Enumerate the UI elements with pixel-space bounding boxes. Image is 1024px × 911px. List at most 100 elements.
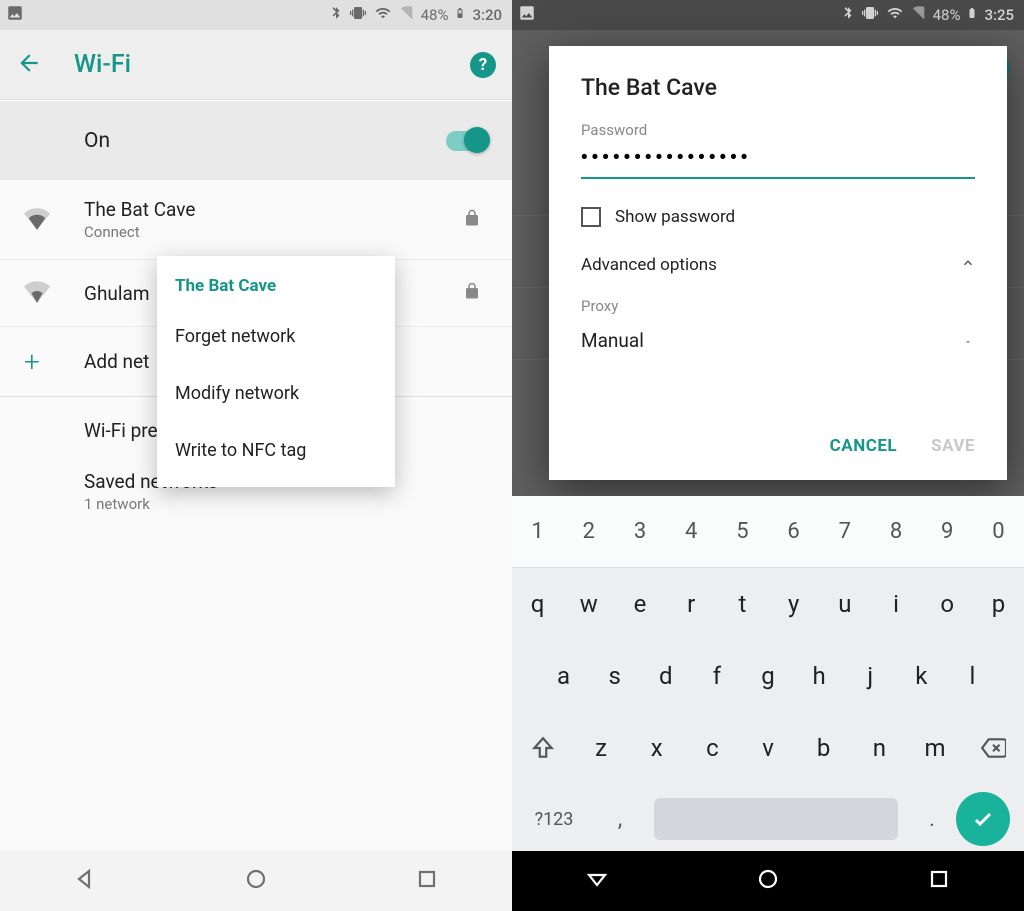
lock-icon [463,282,481,304]
key-g[interactable]: g [742,662,793,690]
key-n[interactable]: n [852,734,908,762]
key-5[interactable]: 5 [717,519,768,544]
nav-home-icon[interactable] [756,867,780,895]
proxy-dropdown[interactable]: Manual [581,329,975,352]
key-b[interactable]: b [796,734,852,762]
password-label: Password [581,121,975,139]
key-0[interactable]: 0 [973,519,1024,544]
symbols-key[interactable]: ?123 [512,809,596,830]
key-a[interactable]: a [538,662,589,690]
key-f[interactable]: f [691,662,742,690]
space-key[interactable] [654,798,898,840]
wifi-status-icon [885,5,905,25]
key-6[interactable]: 6 [768,519,819,544]
key-4[interactable]: 4 [666,519,717,544]
key-w[interactable]: w [563,590,614,618]
key-2[interactable]: 2 [563,519,614,544]
lock-icon [463,209,481,231]
key-row-2: asdfghjkl [512,640,1024,712]
save-button[interactable]: SAVE [931,436,975,456]
show-password-checkbox[interactable] [581,207,601,227]
nav-hide-keyboard-icon[interactable] [585,867,609,895]
phone-right: 48% 3:25 ? The Bat Cave Password Show pa… [512,0,1024,911]
key-r[interactable]: r [666,590,717,618]
wifi-connect-dialog: The Bat Cave Password Show password Adva… [549,46,1007,480]
key-d[interactable]: d [640,662,691,690]
show-password-row[interactable]: Show password [581,207,975,227]
show-password-label: Show password [615,207,735,227]
bluetooth-icon [841,4,855,26]
key-8[interactable]: 8 [870,519,921,544]
cancel-button[interactable]: CANCEL [830,436,897,456]
wifi-switch[interactable] [446,131,488,151]
wifi-toggle-row[interactable]: On [0,100,512,180]
toolbar: Wi-Fi ? [0,30,512,100]
screenshot-icon [518,4,536,26]
menu-write-nfc[interactable]: Write to NFC tag [157,422,395,479]
key-i[interactable]: i [870,590,921,618]
page-title: Wi-Fi [74,50,470,79]
advanced-options-row[interactable]: Advanced options [581,255,975,275]
dialog-title: The Bat Cave [581,74,975,101]
period-key[interactable]: . [908,807,956,832]
key-s[interactable]: s [589,662,640,690]
menu-forget[interactable]: Forget network [157,308,395,365]
key-p[interactable]: p [973,590,1024,618]
back-icon[interactable] [16,50,42,80]
battery-icon [454,4,466,26]
saved-networks-count: 1 network [84,495,488,513]
nav-recent-icon[interactable] [927,867,951,895]
dropdown-icon [961,329,975,352]
key-t[interactable]: t [717,590,768,618]
enter-key[interactable] [956,792,1010,846]
key-c[interactable]: c [685,734,741,762]
android-nav-bar [0,851,512,911]
key-1[interactable]: 1 [512,519,563,544]
key-7[interactable]: 7 [819,519,870,544]
key-9[interactable]: 9 [922,519,973,544]
nosim-icon [399,5,415,25]
key-3[interactable]: 3 [614,519,665,544]
wifi-signal-icon [24,278,50,308]
battery-percent: 48% [933,6,961,24]
key-j[interactable]: j [845,662,896,690]
key-z[interactable]: z [573,734,629,762]
key-k[interactable]: k [896,662,947,690]
android-nav-bar [512,851,1024,911]
key-l[interactable]: l [947,662,998,690]
password-input[interactable] [581,139,975,179]
wifi-toggle-label: On [84,129,446,153]
key-row-4: ?123 , . [512,784,1024,854]
shift-key[interactable] [512,735,573,761]
key-x[interactable]: x [629,734,685,762]
nav-recent-icon[interactable] [415,867,439,895]
nosim-icon [911,5,927,25]
key-e[interactable]: e [614,590,665,618]
help-icon[interactable]: ? [470,52,496,78]
clock: 3:25 [984,6,1014,24]
key-h[interactable]: h [794,662,845,690]
status-bar: 48% 3:25 [512,0,1024,30]
key-row-1: qwertyuiop [512,568,1024,640]
plus-icon: + [24,345,40,378]
nav-back-icon[interactable] [73,867,97,895]
network-context-menu: The Bat Cave Forget network Modify netwo… [157,256,395,487]
vibrate-icon [349,5,367,25]
key-q[interactable]: q [512,590,563,618]
nav-home-icon[interactable] [244,867,268,895]
network-row[interactable]: The Bat Cave Connect [0,180,512,260]
comma-key[interactable]: , [596,807,644,832]
key-m[interactable]: m [907,734,963,762]
key-o[interactable]: o [922,590,973,618]
backspace-key[interactable] [963,735,1024,761]
key-v[interactable]: v [740,734,796,762]
key-y[interactable]: y [768,590,819,618]
proxy-label: Proxy [581,297,975,315]
key-row-numbers: 1234567890 [512,496,1024,568]
wifi-signal-icon [24,205,50,235]
key-u[interactable]: u [819,590,870,618]
menu-modify[interactable]: Modify network [157,365,395,422]
battery-percent: 48% [421,6,449,24]
network-status: Connect [84,223,456,241]
phone-left: 48% 3:20 Wi-Fi ? On The Bat Cave Connect [0,0,512,911]
